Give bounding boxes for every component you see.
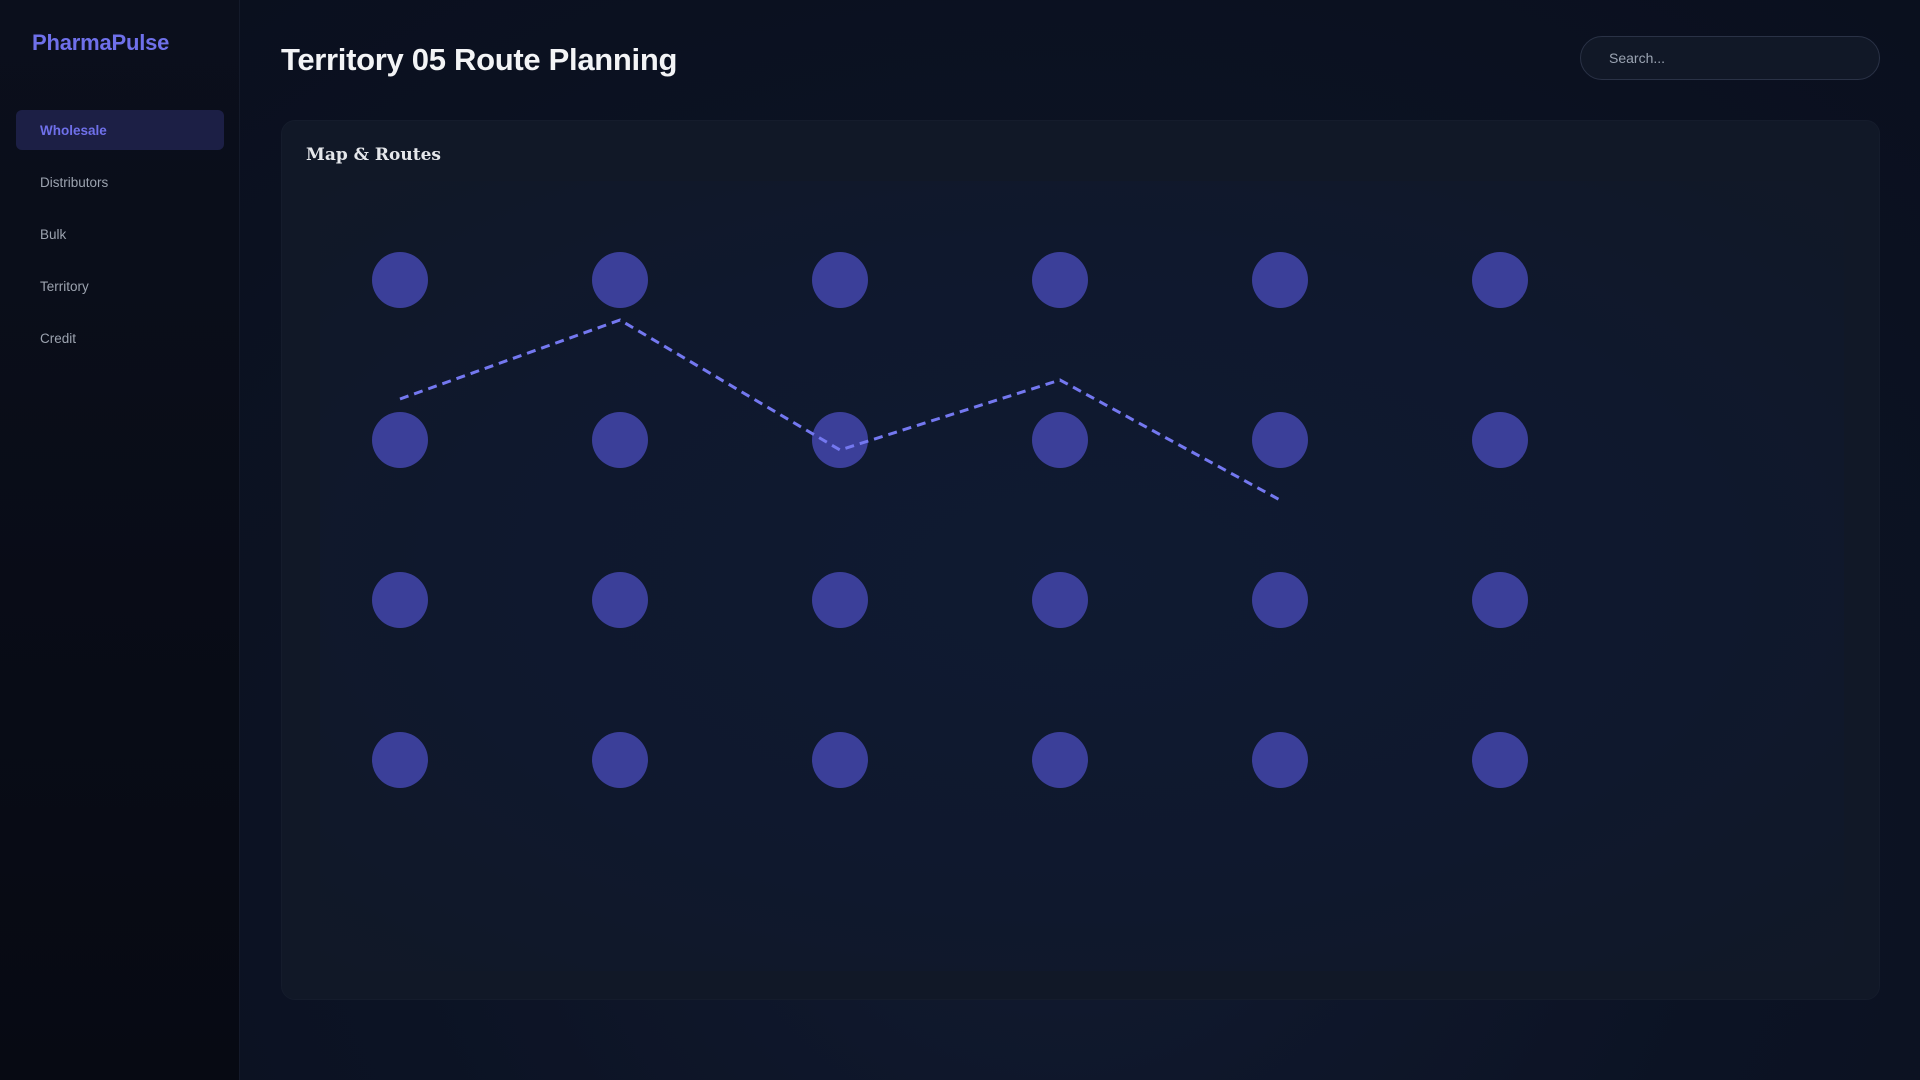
map-node[interactable] xyxy=(1032,572,1088,628)
map-node[interactable] xyxy=(372,732,428,788)
map-node[interactable] xyxy=(1252,412,1308,468)
map-node[interactable] xyxy=(592,732,648,788)
map-node[interactable] xyxy=(592,412,648,468)
map-node[interactable] xyxy=(592,252,648,308)
route-map xyxy=(372,252,1528,788)
map-node[interactable] xyxy=(1032,412,1088,468)
map-node[interactable] xyxy=(1032,252,1088,308)
map-node[interactable] xyxy=(592,572,648,628)
map-node[interactable] xyxy=(1472,412,1528,468)
map-node[interactable] xyxy=(1472,572,1528,628)
map-node[interactable] xyxy=(1472,732,1528,788)
map-node[interactable] xyxy=(1252,732,1308,788)
map-node[interactable] xyxy=(812,572,868,628)
map-node[interactable] xyxy=(372,252,428,308)
route-path xyxy=(399,318,1281,502)
map-node[interactable] xyxy=(812,732,868,788)
map-node[interactable] xyxy=(1032,732,1088,788)
map-node[interactable] xyxy=(372,412,428,468)
map-node[interactable] xyxy=(1472,252,1528,308)
map-node[interactable] xyxy=(812,252,868,308)
map-node[interactable] xyxy=(1252,572,1308,628)
map-node[interactable] xyxy=(372,572,428,628)
map-node[interactable] xyxy=(1252,252,1308,308)
